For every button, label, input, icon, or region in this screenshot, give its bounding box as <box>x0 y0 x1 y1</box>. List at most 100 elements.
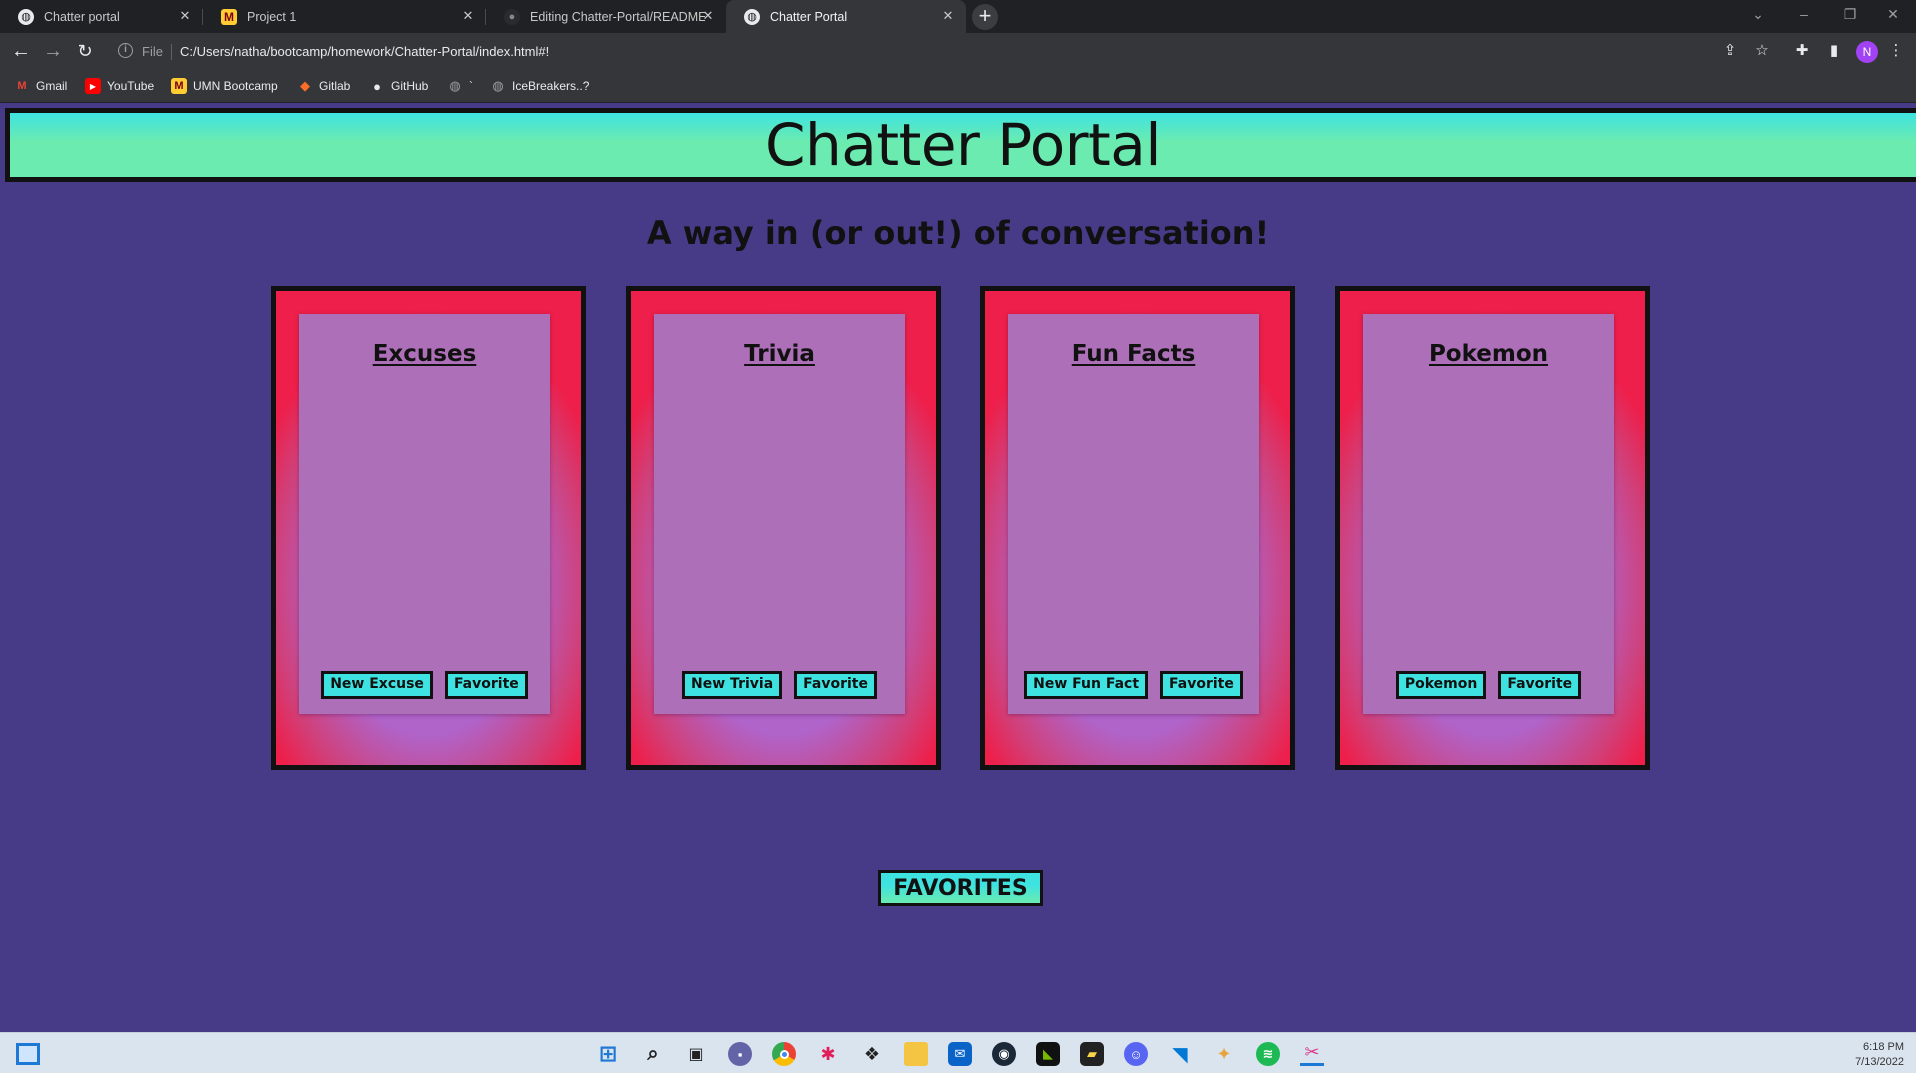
tab-title: Project 1 <box>247 9 297 24</box>
favorite-button[interactable]: Favorite <box>1498 671 1582 699</box>
card-content-area <box>315 384 534 654</box>
sourcetree-icon[interactable]: ✦ <box>1212 1042 1236 1066</box>
bookmark-label: YouTube <box>107 79 155 93</box>
discord-icon[interactable]: ☺ <box>1124 1042 1148 1066</box>
tab-title: Editing Chatter-Portal/README.n <box>530 9 705 24</box>
bookmark-label: UMN Bootcamp <box>193 79 278 93</box>
card-title: Excuses <box>372 341 477 367</box>
card-button-row: New Trivia Favorite <box>654 671 905 699</box>
spotify-icon[interactable]: ≋ <box>1256 1042 1280 1066</box>
task-view-icon[interactable]: ▣ <box>684 1042 708 1066</box>
slack-icon[interactable]: ✱ <box>816 1042 840 1066</box>
clock-date: 7/13/2022 <box>1855 1056 1904 1068</box>
url-text[interactable]: C:/Users/natha/bootcamp/homework/Chatter… <box>180 44 549 59</box>
dropbox-icon[interactable]: ❖ <box>860 1042 884 1066</box>
teams-chat-icon[interactable]: ▪ <box>728 1042 752 1066</box>
card-title: Fun Facts <box>1071 341 1196 367</box>
page-title: Chatter Portal <box>765 111 1161 179</box>
profile-avatar[interactable]: N <box>1856 41 1878 63</box>
card-content-area <box>1024 384 1243 654</box>
close-icon[interactable]: ✕ <box>460 8 476 24</box>
back-arrow-icon[interactable]: ← <box>8 39 34 65</box>
new-fun-fact-button[interactable]: New Fun Fact <box>1024 671 1149 699</box>
favorites-button[interactable]: FAVORITES <box>878 870 1043 906</box>
favorite-button[interactable]: Favorite <box>794 671 877 699</box>
tab-strip: ◍ Chatter portal ✕ M Project 1 ✕ ● Editi… <box>0 0 1916 33</box>
browser-toolbar: ← → ↻ i File C:/Users/natha/bootcamp/hom… <box>0 33 1916 71</box>
card-trivia: Trivia New Trivia Favorite <box>626 286 941 770</box>
extensions-puzzle-icon[interactable]: ✚ <box>1792 41 1812 61</box>
tab-project-1[interactable]: M Project 1 ✕ <box>203 0 486 33</box>
file-explorer-icon[interactable] <box>904 1042 928 1066</box>
divider <box>171 44 172 60</box>
nvidia-icon[interactable]: ◣ <box>1036 1042 1060 1066</box>
gmail-icon: M <box>17 80 27 92</box>
sticky-notes-icon[interactable]: ▰ <box>1080 1042 1104 1066</box>
header-banner: Chatter Portal <box>5 108 1916 182</box>
tab-editing-readme[interactable]: ● Editing Chatter-Portal/README.n ✕ <box>486 0 726 33</box>
windows-taskbar: ⊞ ⌕ ▣ ▪ ✱ ❖ ✉ ◉ ◣ ▰ ☺ ◥ ✦ ≋ ✂ 6:18 PM 7/… <box>0 1032 1916 1073</box>
card-panel: Excuses New Excuse Favorite <box>299 314 550 714</box>
steam-icon[interactable]: ◉ <box>992 1042 1016 1066</box>
snipping-tool-icon[interactable]: ✂ <box>1300 1042 1324 1066</box>
card-title: Trivia <box>744 341 815 367</box>
bookmark-label: Gitlab <box>319 79 351 93</box>
tab-chatter-portal-1[interactable]: ◍ Chatter portal ✕ <box>0 0 203 33</box>
chrome-icon[interactable] <box>772 1042 796 1066</box>
bookmark-gmail[interactable]: M Gmail <box>14 78 67 94</box>
new-excuse-button[interactable]: New Excuse <box>321 671 433 699</box>
bookmark-youtube[interactable]: ▶ YouTube <box>85 78 154 94</box>
bookmark-label: IceBreakers..? <box>512 79 590 93</box>
card-pokemon: Pokemon Pokemon Favorite <box>1335 286 1650 770</box>
bookmark-gitlab[interactable]: ◆ Gitlab <box>297 78 350 94</box>
card-button-row: New Fun Fact Favorite <box>1008 671 1259 699</box>
window-close-button[interactable]: ✕ <box>1870 0 1916 30</box>
vscode-icon[interactable]: ◥ <box>1168 1042 1192 1066</box>
umn-icon: M <box>221 8 237 25</box>
reload-icon[interactable]: ↻ <box>72 39 98 65</box>
github-icon: ● <box>504 8 520 25</box>
bookmark-umn-bootcamp[interactable]: M UMN Bootcamp <box>171 78 278 94</box>
close-icon[interactable]: ✕ <box>177 8 193 24</box>
card-title: Pokemon <box>1428 341 1549 367</box>
favorite-button[interactable]: Favorite <box>1160 671 1243 699</box>
youtube-icon: ▶ <box>85 78 101 94</box>
globe-icon: ◍ <box>18 8 34 25</box>
tab-search-chevron-icon[interactable]: ⌄ <box>1735 0 1781 30</box>
new-trivia-button[interactable]: New Trivia <box>682 671 783 699</box>
gitlab-icon: ◆ <box>300 78 310 93</box>
bookmark-star-icon[interactable]: ☆ <box>1752 41 1772 61</box>
new-tab-button[interactable]: + <box>972 4 998 30</box>
clock-time: 6:18 PM <box>1863 1041 1904 1053</box>
globe-icon: ◍ <box>492 78 504 93</box>
minimize-button[interactable]: – <box>1781 0 1827 30</box>
address-bar[interactable]: i File C:/Users/natha/bootcamp/homework/… <box>110 37 1760 67</box>
favorite-button[interactable]: Favorite <box>444 671 528 699</box>
tab-title: Chatter Portal <box>770 9 848 24</box>
windows-start-icon[interactable]: ⊞ <box>596 1041 620 1066</box>
system-clock[interactable]: 6:18 PM 7/13/2022 <box>1855 1040 1904 1070</box>
close-icon[interactable]: ✕ <box>700 8 716 24</box>
bookmarks-bar: M Gmail ▶ YouTube M UMN Bootcamp ◆ Gitla… <box>0 71 1916 103</box>
tab-title: Chatter portal <box>44 9 120 24</box>
card-panel: Trivia New Trivia Favorite <box>654 314 905 714</box>
page-subtitle: A way in (or out!) of conversation! <box>646 214 1270 252</box>
close-icon[interactable]: ✕ <box>940 8 956 24</box>
info-icon[interactable]: i <box>118 43 133 58</box>
globe-icon: ◍ <box>449 78 461 93</box>
share-icon[interactable]: ⇪ <box>1720 41 1740 61</box>
side-panel-icon[interactable]: ▮ <box>1824 41 1844 61</box>
card-content-area <box>670 384 889 654</box>
tab-chatter-portal-active[interactable]: ◍ Chatter Portal ✕ <box>726 0 966 33</box>
kebab-menu-icon[interactable]: ⋮ <box>1886 41 1906 61</box>
widgets-icon[interactable] <box>16 1043 40 1065</box>
bookmark-backtick[interactable]: ◍ ` <box>447 78 473 94</box>
pokemon-button[interactable]: Pokemon <box>1395 671 1487 699</box>
restore-button[interactable]: ❐ <box>1827 0 1873 30</box>
forward-arrow-icon[interactable]: → <box>40 39 66 65</box>
card-content-area <box>1379 384 1598 654</box>
search-icon[interactable]: ⌕ <box>641 1042 665 1066</box>
bookmark-github[interactable]: ● GitHub <box>369 78 428 94</box>
mail-icon[interactable]: ✉ <box>948 1042 972 1066</box>
bookmark-icebreakers[interactable]: ◍ IceBreakers..? <box>490 78 589 94</box>
